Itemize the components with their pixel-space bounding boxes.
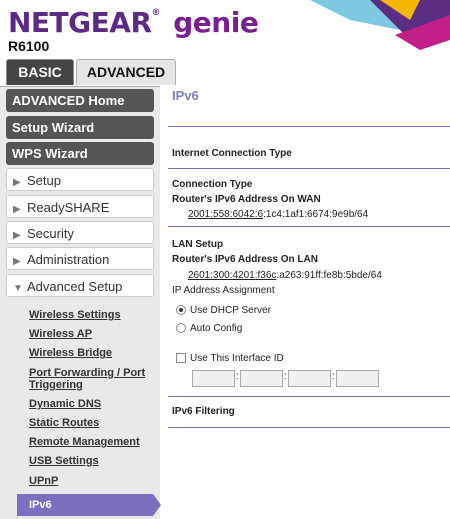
- lan-address-suffix: :a263:91ff:fe8b:5bde/64: [276, 270, 382, 281]
- interface-id-field-4[interactable]: [336, 370, 379, 387]
- sidebar-item-static-routes[interactable]: Static Routes: [29, 417, 99, 429]
- divider: [168, 427, 450, 428]
- divider: [168, 226, 450, 227]
- dhcp-server-radio[interactable]: [176, 305, 186, 315]
- sidebar-section-label: Advanced Setup: [27, 279, 123, 294]
- lan-address-prefix: 2601:300:4201:f36c: [188, 270, 277, 281]
- page-title: IPv6: [172, 88, 199, 103]
- lan-setup-label: LAN Setup: [172, 239, 224, 250]
- divider: [168, 396, 450, 397]
- sidebar: ADVANCED Home Setup Wizard WPS Wizard ▶ S…: [0, 86, 161, 519]
- wan-address-prefix: 2001:558:6042:6: [188, 209, 264, 220]
- main-content: IPv6 Internet Connection Type Connection…: [168, 86, 450, 519]
- chevron-right-icon: ▶: [13, 177, 21, 188]
- interface-id-field-3[interactable]: [288, 370, 331, 387]
- sidebar-section-setup[interactable]: ▶ Setup: [6, 168, 154, 191]
- interface-id-separator: :: [332, 371, 335, 382]
- sidebar-item-port-triggering[interactable]: Triggering: [29, 379, 83, 391]
- sidebar-item-port-forwarding[interactable]: Port Forwarding / Port: [29, 367, 145, 379]
- sidebar-item-wireless-bridge[interactable]: Wireless Bridge: [29, 347, 112, 359]
- chevron-right-icon: ▶: [13, 256, 21, 267]
- tab-basic[interactable]: BASIC: [6, 59, 74, 85]
- sidebar-item-advanced-home[interactable]: ADVANCED Home: [6, 89, 154, 112]
- sidebar-section-security[interactable]: ▶ Security: [6, 221, 154, 244]
- sidebar-item-usb-settings[interactable]: USB Settings: [29, 455, 99, 467]
- divider: [168, 126, 450, 127]
- sidebar-section-administration[interactable]: ▶ Administration: [6, 247, 154, 270]
- netgear-logo: NETGEAR® genie: [8, 6, 259, 39]
- router-model: R6100: [8, 38, 50, 54]
- sidebar-section-label: Setup: [27, 173, 61, 188]
- internet-connection-type-label: Internet Connection Type: [172, 148, 292, 159]
- dhcp-server-label: Use DHCP Server: [190, 305, 271, 316]
- wan-address-label: Router's IPv6 Address On WAN: [172, 194, 321, 205]
- interface-id-separator: :: [236, 371, 239, 382]
- auto-config-radio[interactable]: [176, 323, 186, 333]
- sidebar-item-ipv6[interactable]: IPv6: [17, 494, 161, 516]
- divider: [168, 168, 450, 169]
- sidebar-item-upnp[interactable]: UPnP: [29, 475, 58, 487]
- interface-id-separator: :: [284, 371, 287, 382]
- wan-address-suffix: :1c4:1af1:6674:9e9b/64: [263, 209, 369, 220]
- chevron-down-icon: ▼: [13, 283, 23, 294]
- wan-ipv6-address: 2001:558:6042:6:1c4:1af1:6674:9e9b/64: [188, 209, 368, 220]
- sidebar-item-setup-wizard[interactable]: Setup Wizard: [6, 116, 154, 139]
- chevron-right-icon: ▶: [13, 230, 21, 241]
- product-name: genie: [173, 6, 259, 39]
- interface-id-field-1[interactable]: [192, 370, 235, 387]
- sidebar-section-advanced-setup[interactable]: ▼ Advanced Setup: [6, 274, 154, 297]
- sidebar-item-dynamic-dns[interactable]: Dynamic DNS: [29, 398, 101, 410]
- sidebar-section-readyshare[interactable]: ▶ ReadySHARE: [6, 195, 154, 218]
- sidebar-section-label: ReadySHARE: [27, 200, 110, 215]
- use-interface-id-checkbox[interactable]: [176, 353, 186, 363]
- sidebar-section-label: Administration: [27, 252, 110, 267]
- lan-ipv6-address: 2601:300:4201:f36c:a263:91ff:fe8b:5bde/6…: [188, 270, 382, 281]
- connection-type-label: Connection Type: [172, 179, 253, 190]
- ip-assignment-label: IP Address Assignment: [172, 285, 275, 296]
- brand-name: NETGEAR: [8, 6, 152, 39]
- use-interface-id-label: Use This Interface ID: [190, 353, 284, 364]
- auto-config-label: Auto Config: [190, 323, 243, 334]
- sidebar-item-wireless-settings[interactable]: Wireless Settings: [29, 309, 121, 321]
- trademark-symbol: ®: [151, 8, 161, 18]
- sidebar-item-wps-wizard[interactable]: WPS Wizard: [6, 142, 154, 165]
- genie-logo-art: [310, 0, 450, 50]
- sidebar-item-remote-management[interactable]: Remote Management: [29, 436, 140, 448]
- ipv6-filtering-label: IPv6 Filtering: [172, 406, 235, 417]
- lan-address-label: Router's IPv6 Address On LAN: [172, 254, 318, 265]
- chevron-right-icon: ▶: [13, 204, 21, 215]
- sidebar-item-wireless-ap[interactable]: Wireless AP: [29, 328, 92, 340]
- sidebar-section-label: Security: [27, 226, 74, 241]
- interface-id-field-2[interactable]: [240, 370, 283, 387]
- tab-advanced[interactable]: ADVANCED: [76, 59, 176, 85]
